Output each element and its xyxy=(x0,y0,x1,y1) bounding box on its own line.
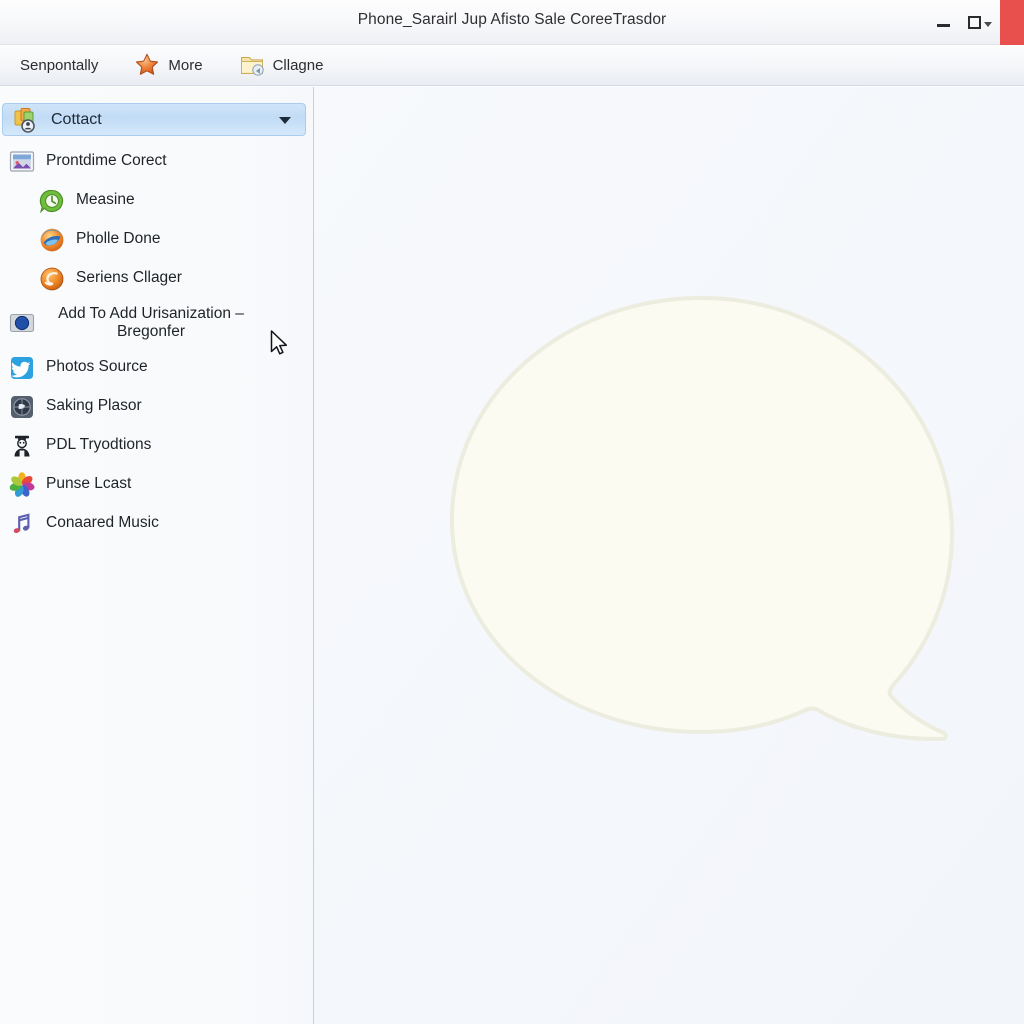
sidebar-item-label: Saking Plasor xyxy=(46,397,142,415)
minimize-button[interactable] xyxy=(926,0,960,45)
person-figure-icon xyxy=(8,432,36,460)
sidebar-item-label: Conaared Music xyxy=(46,514,159,532)
orange-star-icon xyxy=(134,52,160,78)
chevron-down-icon[interactable] xyxy=(279,117,291,124)
sidebar-item-measine[interactable]: Measine xyxy=(0,181,313,220)
sidebar-header-cottact[interactable]: Cottact xyxy=(2,103,306,136)
sidebar-item-label: PDL Tryodtions xyxy=(46,436,152,454)
orange-swirl-icon xyxy=(38,265,66,293)
sidebar-item-conaared-music[interactable]: Conaared Music xyxy=(0,504,313,543)
sidebar-item-label: Measine xyxy=(76,191,135,209)
sidebar-item-label: Seriens Cllager xyxy=(76,269,182,287)
chevron-down-icon[interactable] xyxy=(984,22,992,27)
minimize-icon xyxy=(936,24,950,27)
restore-button[interactable] xyxy=(960,0,1000,45)
app-window: Phone_Sarairl Jup Afisto Sale CoreeTrasd… xyxy=(0,0,1024,1024)
sidebar-item-punse-lcast[interactable]: Punse Lcast xyxy=(0,465,313,504)
sidebar-item-prontdime-corect[interactable]: Prontdime Corect xyxy=(0,142,313,181)
content-area xyxy=(314,87,1024,1024)
sidebar-item-label: Punse Lcast xyxy=(46,475,132,493)
title-bar: Phone_Sarairl Jup Afisto Sale CoreeTrasd… xyxy=(0,0,1024,45)
restore-icon xyxy=(968,16,981,29)
toolbar-item-label: More xyxy=(168,56,203,74)
window-controls xyxy=(926,0,1024,45)
sidebar-item-label: Pholle Done xyxy=(76,230,161,248)
close-button[interactable] xyxy=(1000,0,1024,45)
toolbar-item-label: Cllagne xyxy=(272,56,324,74)
color-pinwheel-icon xyxy=(8,471,36,499)
green-chat-icon xyxy=(38,187,66,215)
browser-globe-icon xyxy=(38,226,66,254)
green-circle-icon xyxy=(0,52,12,78)
sidebar: Cottact Prontdime Corect Measine Pholle … xyxy=(0,87,313,1024)
sidebar-header-label: Cottact xyxy=(51,110,102,128)
contacts-icon xyxy=(11,105,41,135)
body-area: Cottact Prontdime Corect Measine Pholle … xyxy=(0,87,1024,1024)
folder-icon xyxy=(239,52,265,78)
toolbar-item-cllagne[interactable]: Cllagne xyxy=(239,45,334,86)
blue-sphere-icon xyxy=(8,309,36,337)
sidebar-item-saking-plasor[interactable]: Saking Plasor xyxy=(0,387,313,426)
sidebar-item-label: Photos Source xyxy=(46,358,148,376)
sidebar-item-seriens-cllager[interactable]: Seriens Cllager xyxy=(0,259,313,298)
sidebar-item-photos-source[interactable]: Photos Source xyxy=(0,348,313,387)
music-note-icon xyxy=(8,510,36,538)
picture-frame-icon xyxy=(8,148,36,176)
toolbar: Senpontally More Cllagne xyxy=(0,45,1024,86)
toolbar-item-label: Senpontally xyxy=(20,56,99,74)
dark-globe-icon xyxy=(8,393,36,421)
speech-bubble-watermark xyxy=(444,292,964,802)
sidebar-item-pdl-tryodtions[interactable]: PDL Tryodtions xyxy=(0,426,313,465)
sidebar-item-label: Add To Add Urisanization – Bregonfer xyxy=(58,304,244,340)
sidebar-list: Prontdime Corect Measine Pholle Done Ser… xyxy=(0,142,313,543)
toolbar-item-senpontally[interactable]: Senpontally xyxy=(0,45,108,86)
window-title: Phone_Sarairl Jup Afisto Sale CoreeTrasd… xyxy=(357,11,667,28)
toolbar-item-more[interactable]: More xyxy=(134,45,212,86)
twitter-bird-icon xyxy=(8,354,36,382)
sidebar-item-pholle-done[interactable]: Pholle Done xyxy=(0,220,313,259)
sidebar-item-label: Prontdime Corect xyxy=(46,152,167,170)
sidebar-item-add-to-add-urisanization[interactable]: Add To Add Urisanization – Bregonfer xyxy=(0,298,313,348)
